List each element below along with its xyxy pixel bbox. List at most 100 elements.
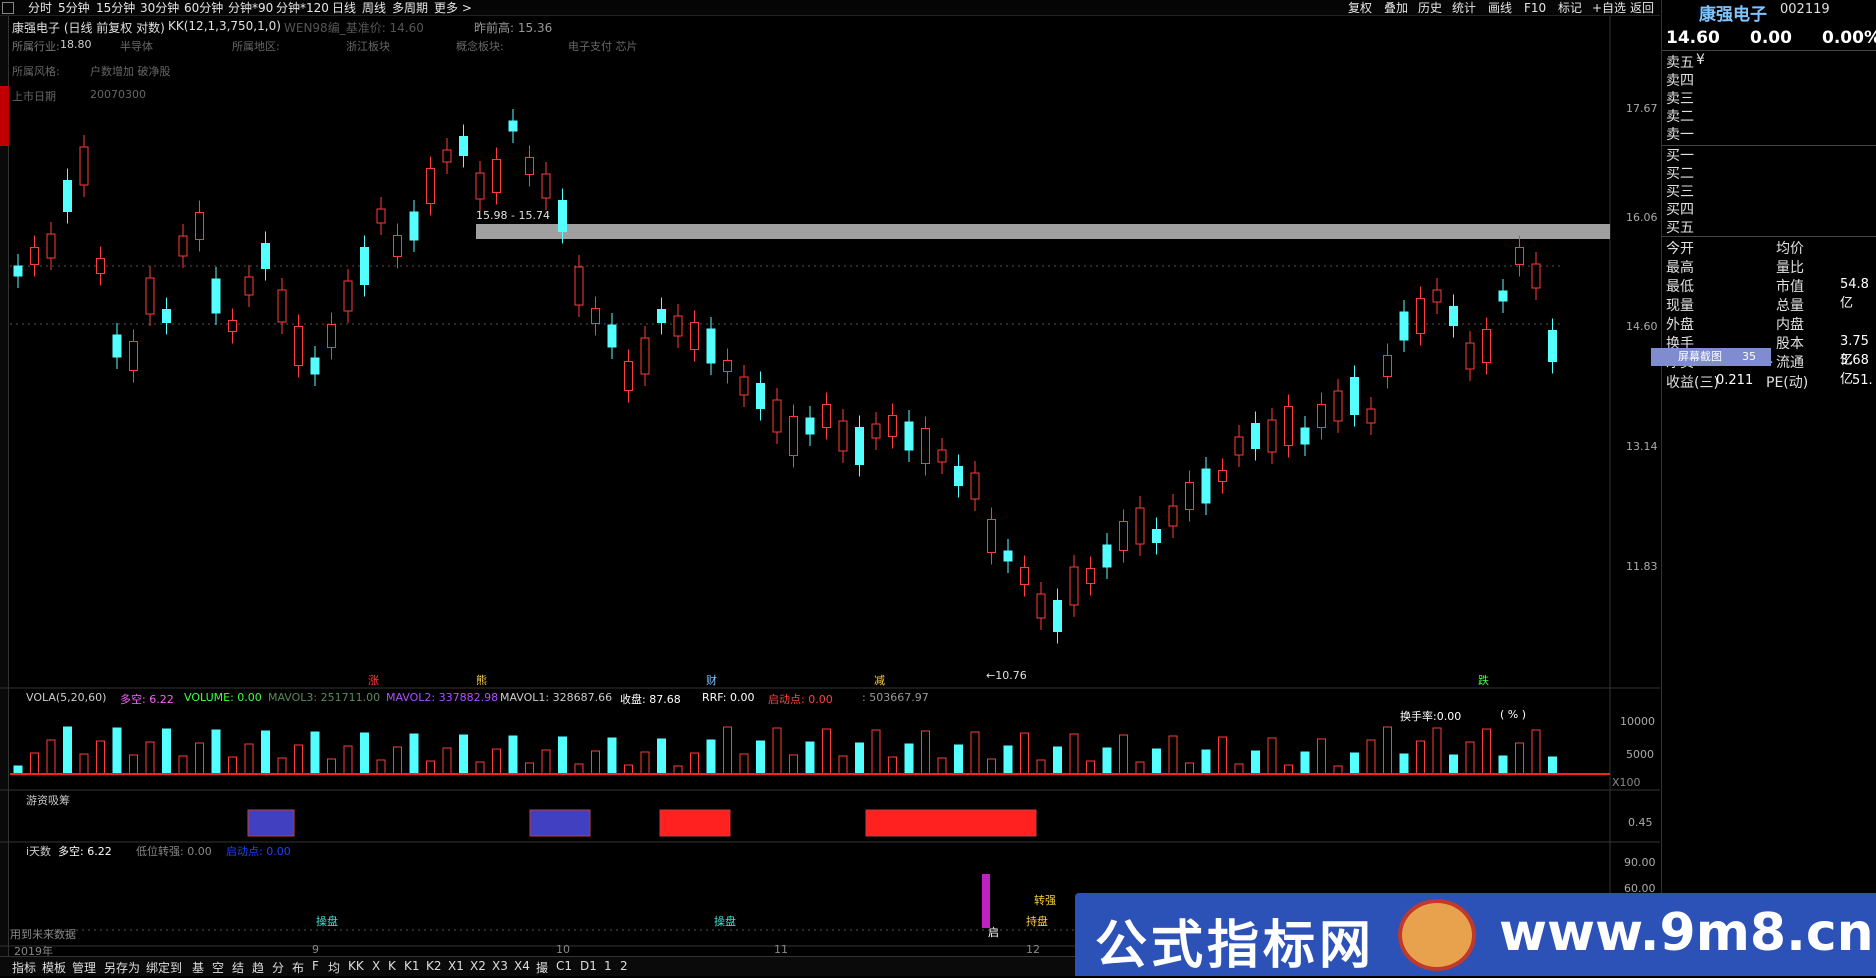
pe-value: 51. <box>1852 373 1873 388</box>
btn-jun[interactable]: 均 <box>328 959 340 976</box>
btn-bu[interactable]: 布 <box>292 959 304 976</box>
volume-bar <box>1333 765 1343 775</box>
btn-back[interactable]: 返回 <box>1630 0 1654 16</box>
chart-canvas[interactable] <box>0 16 1660 956</box>
btn-kong[interactable]: 空 <box>212 959 224 976</box>
btn-x1[interactable]: X1 <box>448 959 464 973</box>
vol-unit: X100 <box>1612 776 1641 789</box>
buy3: 买三 <box>1666 184 1694 200</box>
tab-daily[interactable]: 日线 <box>332 0 356 16</box>
btn-stats[interactable]: 统计 <box>1452 0 1476 16</box>
btn-diejia[interactable]: 叠加 <box>1384 0 1408 16</box>
btn-2[interactable]: 2 <box>620 959 628 973</box>
volume-bar <box>244 743 254 775</box>
btn-fuquan[interactable]: 复权 <box>1348 0 1372 16</box>
btn-watchlist[interactable]: +自选 <box>1592 0 1626 16</box>
banner-title: 公式指标网 <box>1095 916 1376 976</box>
candle-body <box>1102 544 1112 568</box>
volume-bar <box>376 759 386 775</box>
volume-bar <box>1350 752 1359 775</box>
btn-draw[interactable]: 画线 <box>1488 0 1512 16</box>
curvol-label: 现量 <box>1666 298 1694 314</box>
chip-panel-title[interactable]: 游资吸筹 <box>26 792 70 808</box>
volume-bar <box>838 755 848 775</box>
btn-1[interactable]: 1 <box>604 959 612 973</box>
candle-body <box>1003 550 1013 562</box>
btn-f[interactable]: F <box>312 959 319 973</box>
tab-min120[interactable]: 分钟*120 <box>276 0 329 16</box>
btn-f10[interactable]: F10 <box>1524 0 1546 16</box>
day-bar <box>982 874 990 928</box>
btn-x[interactable]: X <box>372 959 380 973</box>
tab-more[interactable]: 更多 > <box>434 0 472 16</box>
candle-body <box>277 289 287 323</box>
btn-x2[interactable]: X2 <box>470 959 486 973</box>
turnover: 换手率:0.00 <box>1400 710 1462 723</box>
currency: ¥ <box>1696 52 1705 68</box>
volume-bar <box>706 739 716 775</box>
tab-5min[interactable]: 5分钟 <box>58 0 90 16</box>
btn-k[interactable]: K <box>388 959 396 973</box>
volume-bar <box>1069 733 1079 775</box>
tab-multi[interactable]: 多周期 <box>392 0 428 16</box>
volume-bar <box>294 744 303 775</box>
btn-fen[interactable]: 分 <box>272 959 284 976</box>
volume-bar <box>1300 751 1310 775</box>
btn-indicator[interactable]: 指标 <box>12 959 36 976</box>
tab-weekly[interactable]: 周线 <box>362 0 386 16</box>
btn-bind[interactable]: 绑定到 <box>146 959 182 976</box>
sell3: 卖三 <box>1666 91 1694 107</box>
btn-x3[interactable]: X3 <box>492 959 508 973</box>
volume-bar <box>1036 759 1046 775</box>
btn-cuo[interactable]: 撮 <box>536 959 548 976</box>
volume-bar <box>525 762 534 775</box>
candle-body <box>822 404 831 428</box>
candle-body <box>79 146 89 186</box>
volume-bar <box>558 736 567 775</box>
candle-body <box>1399 311 1409 341</box>
vol-mavol1: MAVOL1: 328687.66 <box>500 691 613 704</box>
candle-body <box>46 233 56 259</box>
btn-jie[interactable]: 结 <box>232 959 244 976</box>
btn-manage[interactable]: 管理 <box>72 959 96 976</box>
candle-body <box>30 247 39 265</box>
tab-60min[interactable]: 60分钟 <box>184 0 223 16</box>
btn-mark[interactable]: 标记 <box>1558 0 1582 16</box>
btn-k1[interactable]: K1 <box>404 959 420 973</box>
day-marker: 启 <box>988 926 999 939</box>
btn-qu[interactable]: 趋 <box>252 959 264 976</box>
candle-body <box>937 449 947 463</box>
tab-15min[interactable]: 15分钟 <box>96 0 135 16</box>
day-panel-title[interactable]: i天数 <box>26 843 51 859</box>
btn-k2[interactable]: K2 <box>426 959 442 973</box>
btn-saveas[interactable]: 另存为 <box>104 959 140 976</box>
tab-min90[interactable]: 分钟*90 <box>228 0 273 16</box>
candle-body <box>739 376 749 396</box>
btn-history[interactable]: 历史 <box>1418 0 1442 16</box>
chip-block <box>529 809 591 837</box>
day-low: 低位转强: 0.00 <box>136 845 212 858</box>
candle-body <box>970 472 980 500</box>
btn-template[interactable]: 模板 <box>42 959 66 976</box>
screenshot-tooltip[interactable]: 屏幕截图 35 <box>1651 348 1771 366</box>
tab-fenshi[interactable]: 分时 <box>28 0 52 16</box>
btn-c1[interactable]: C1 <box>556 959 572 973</box>
tab-30min[interactable]: 30分钟 <box>140 0 179 16</box>
btn-kk[interactable]: KK <box>348 959 364 973</box>
marker-zhang: 涨 <box>368 674 379 687</box>
volume-bar <box>1498 755 1508 775</box>
candle-body <box>987 519 996 553</box>
day-tick: 90.00 <box>1624 856 1656 869</box>
btn-x4[interactable]: X4 <box>514 959 530 973</box>
candle-body <box>492 159 501 193</box>
btn-d1[interactable]: D1 <box>580 959 597 973</box>
vol-panel-title[interactable]: VOLA(5,20,60) <box>26 691 106 704</box>
volume-bar <box>789 754 798 775</box>
btn-ji[interactable]: 基 <box>192 959 204 976</box>
chip-tick: 0.45 <box>1628 816 1653 829</box>
volume-bar <box>904 743 914 775</box>
menu-icon[interactable] <box>2 2 14 14</box>
volume-bar <box>1449 754 1458 775</box>
volume-bar <box>1465 741 1475 775</box>
volume-bar <box>574 763 584 775</box>
